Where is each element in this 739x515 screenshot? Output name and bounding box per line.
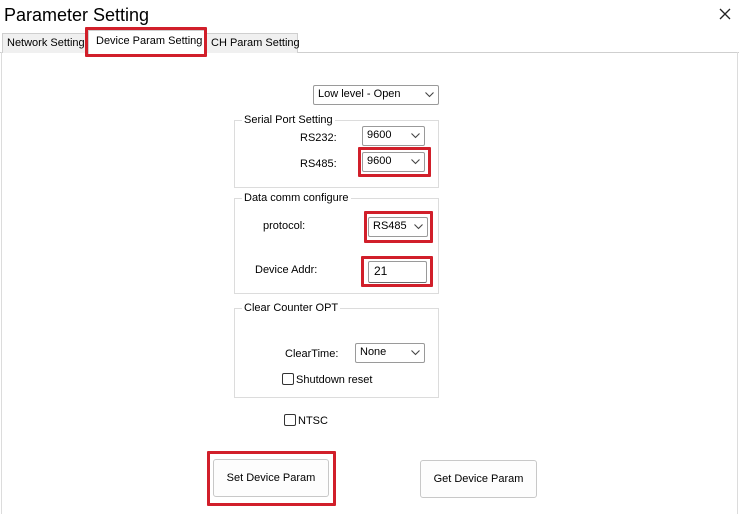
highlight-tab: [85, 27, 207, 57]
level-select-value: Low level - Open: [318, 88, 401, 100]
tab-ch-param-setting[interactable]: CH Param Setting: [206, 33, 300, 53]
highlight-device-addr: [361, 256, 433, 287]
data-comm-legend: Data comm configure: [242, 191, 351, 205]
clear-counter-legend: Clear Counter OPT: [242, 301, 341, 315]
cleartime-select[interactable]: None: [355, 343, 425, 363]
level-select[interactable]: Low level - Open: [313, 85, 439, 105]
tab-label: Network Setting: [7, 37, 85, 49]
close-button[interactable]: [712, 2, 738, 26]
window-title: Parameter Setting: [4, 5, 150, 25]
rs232-value: 9600: [367, 129, 392, 141]
highlight-set-button: [207, 451, 336, 506]
shutdown-reset-label: Shutdown reset: [296, 374, 373, 386]
serial-port-legend: Serial Port Setting: [242, 113, 335, 127]
cleartime-label: ClearTime:: [285, 348, 339, 360]
ntsc-label: NTSC: [298, 415, 328, 427]
rs232-label: RS232:: [300, 132, 337, 144]
get-device-param-button[interactable]: Get Device Param: [420, 460, 537, 498]
highlight-protocol: [364, 211, 433, 243]
chevron-down-icon: [425, 92, 434, 98]
shutdown-reset-checkbox[interactable]: [282, 373, 294, 385]
highlight-rs485: [358, 147, 431, 177]
tab-network-setting[interactable]: Network Setting: [2, 33, 88, 53]
protocol-label: protocol:: [263, 220, 306, 232]
tab-label: CH Param Setting: [211, 37, 300, 49]
chevron-down-icon: [411, 350, 420, 356]
ntsc-checkbox[interactable]: [284, 414, 296, 426]
rs485-label: RS485:: [300, 158, 337, 170]
cleartime-value: None: [360, 346, 387, 358]
rs232-select[interactable]: 9600: [362, 126, 425, 146]
chevron-down-icon: [411, 133, 420, 139]
device-addr-label: Device Addr:: [255, 264, 318, 276]
close-icon: [719, 8, 731, 20]
